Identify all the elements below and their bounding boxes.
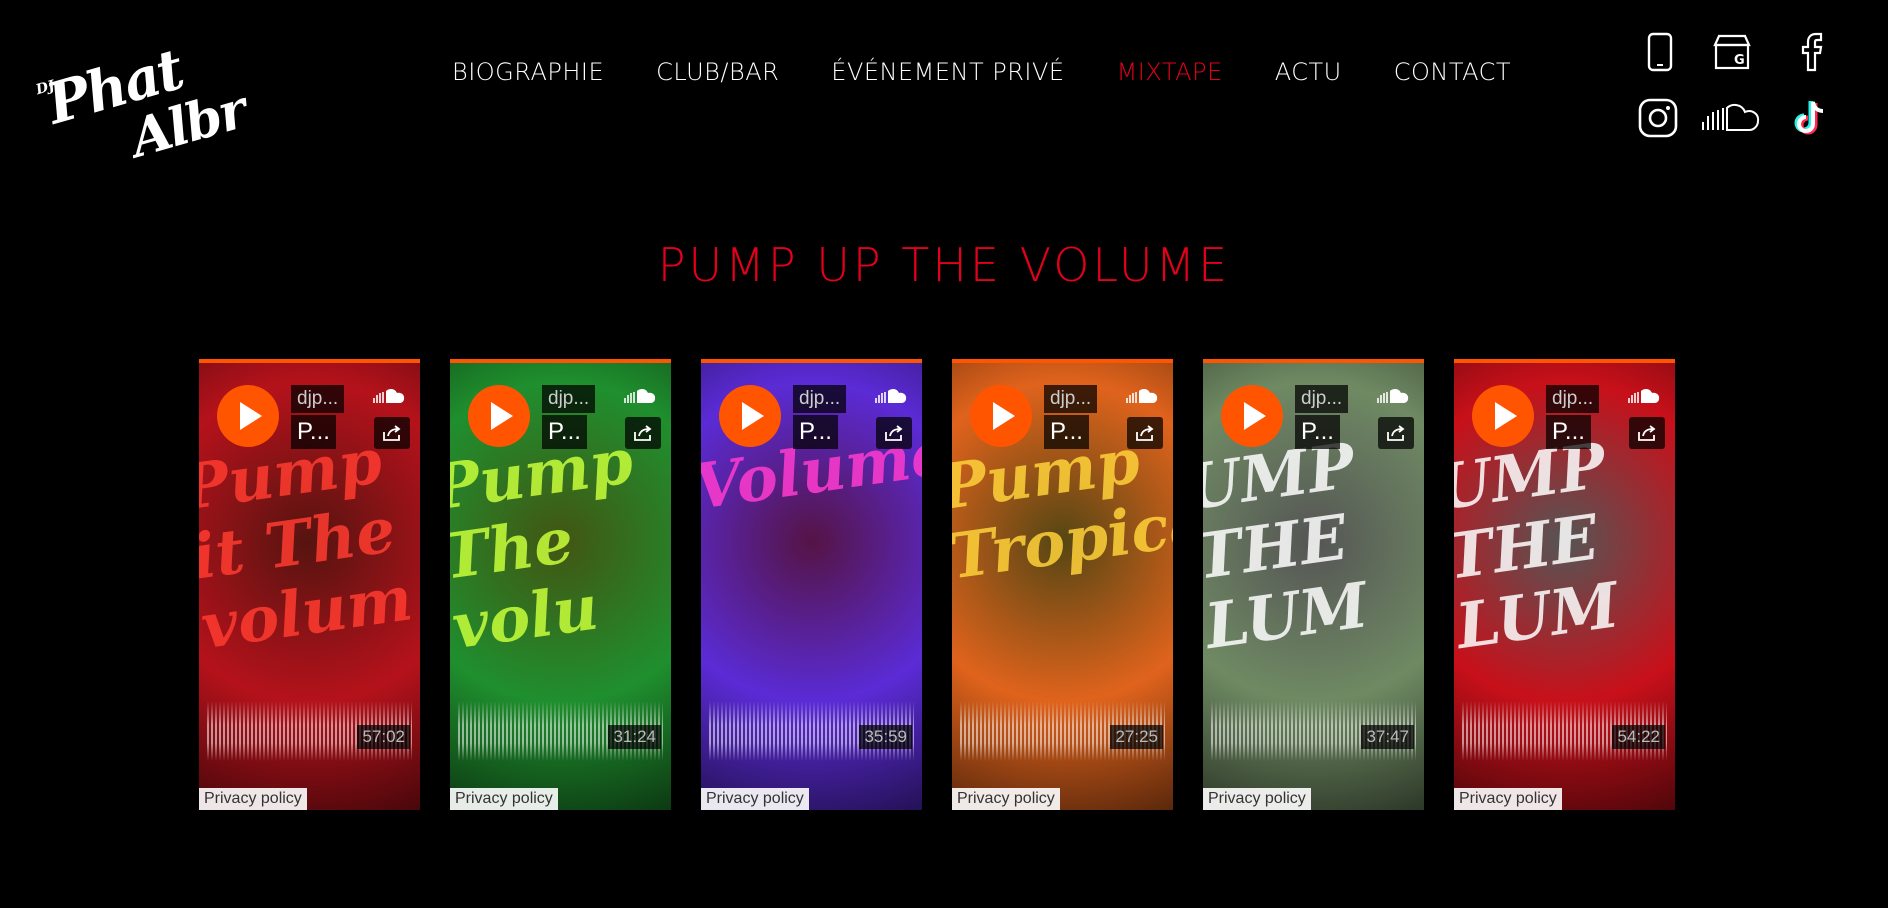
play-icon <box>742 402 764 430</box>
cover-text: Pump it The volum <box>199 424 417 664</box>
soundcloud-icon[interactable] <box>1125 387 1159 405</box>
share-button[interactable] <box>1127 417 1163 449</box>
svg-text:G: G <box>1734 53 1745 68</box>
track-link[interactable]: P... <box>1044 415 1089 449</box>
track-link[interactable]: P... <box>542 415 587 449</box>
privacy-policy-link[interactable]: Privacy policy <box>450 788 558 810</box>
cover-text: UMP THE LUM <box>1203 428 1373 664</box>
share-icon <box>1638 425 1656 441</box>
soundcloud-icon[interactable] <box>372 387 406 405</box>
share-button[interactable] <box>1629 417 1665 449</box>
google-business-icon[interactable]: G <box>1710 30 1754 74</box>
facebook-icon[interactable] <box>1790 30 1834 74</box>
soundcloud-icon[interactable] <box>1376 387 1410 405</box>
logo[interactable]: DJ Phat Albr <box>34 34 264 184</box>
privacy-policy-link[interactable]: Privacy policy <box>1454 788 1562 810</box>
play-icon <box>491 402 513 430</box>
play-icon <box>993 402 1015 430</box>
play-button[interactable] <box>719 385 781 447</box>
play-button[interactable] <box>217 385 279 447</box>
nav-contact[interactable]: CONTACT <box>1394 58 1511 86</box>
soundcloud-player[interactable]: UMP THE LUM djp... P... 54:22 Privacy po… <box>1454 359 1675 810</box>
share-button[interactable] <box>374 417 410 449</box>
track-link[interactable]: P... <box>291 415 336 449</box>
mixtape-players: Pump it The volum djp... P... 57:02 Priv… <box>199 359 1675 810</box>
share-button[interactable] <box>625 417 661 449</box>
track-duration: 31:24 <box>608 725 661 749</box>
share-icon <box>634 425 652 441</box>
share-icon <box>1387 425 1405 441</box>
nav-actu[interactable]: ACTU <box>1275 58 1342 86</box>
share-icon <box>383 425 401 441</box>
social-links: G <box>1618 30 1840 142</box>
share-button[interactable] <box>1378 417 1414 449</box>
track-link[interactable]: P... <box>1546 415 1591 449</box>
share-icon <box>885 425 903 441</box>
soundcloud-icon[interactable] <box>874 387 908 405</box>
play-icon <box>1495 402 1517 430</box>
play-button[interactable] <box>1472 385 1534 447</box>
main-nav: BIOGRAPHIE CLUB/BAR ÉVÉNEMENT PRIVÉ MIXT… <box>452 58 1511 86</box>
cover-text: Pump The volu <box>450 424 638 664</box>
soundcloud-icon[interactable] <box>623 387 657 405</box>
soundcloud-icon[interactable] <box>1627 387 1661 405</box>
artist-link[interactable]: djp... <box>793 385 847 413</box>
soundcloud-player[interactable]: Pump The volu djp... P... 31:24 Privacy … <box>450 359 671 810</box>
soundcloud-player[interactable]: Volume djp... P... 35:59 Privacy policy <box>701 359 922 810</box>
privacy-policy-link[interactable]: Privacy policy <box>1203 788 1311 810</box>
play-icon <box>1244 402 1266 430</box>
share-icon <box>1136 425 1154 441</box>
nav-club-bar[interactable]: CLUB/BAR <box>656 58 779 86</box>
privacy-policy-link[interactable]: Privacy policy <box>952 788 1060 810</box>
track-duration: 57:02 <box>357 725 410 749</box>
artist-link[interactable]: djp... <box>291 385 345 413</box>
track-link[interactable]: P... <box>1295 415 1340 449</box>
artist-link[interactable]: djp... <box>542 385 596 413</box>
cover-text: UMP THE LUM <box>1454 428 1624 664</box>
track-duration: 54:22 <box>1612 725 1665 749</box>
track-duration: 27:25 <box>1110 725 1163 749</box>
play-button[interactable] <box>970 385 1032 447</box>
artist-link[interactable]: djp... <box>1546 385 1600 413</box>
track-duration: 35:59 <box>859 725 912 749</box>
play-button[interactable] <box>1221 385 1283 447</box>
nav-biographie[interactable]: BIOGRAPHIE <box>452 58 604 86</box>
artist-link[interactable]: djp... <box>1295 385 1349 413</box>
instagram-icon[interactable] <box>1636 96 1680 140</box>
soundcloud-player[interactable]: Pump it The volum djp... P... 57:02 Priv… <box>199 359 420 810</box>
track-duration: 37:47 <box>1361 725 1414 749</box>
privacy-policy-link[interactable]: Privacy policy <box>701 788 809 810</box>
share-button[interactable] <box>876 417 912 449</box>
soundcloud-player[interactable]: Pump Tropical djp... P... 27:25 Privacy … <box>952 359 1173 810</box>
artist-link[interactable]: djp... <box>1044 385 1098 413</box>
play-icon <box>240 402 262 430</box>
nav-evenement-prive[interactable]: ÉVÉNEMENT PRIVÉ <box>831 58 1064 86</box>
track-link[interactable]: P... <box>793 415 838 449</box>
soundcloud-player[interactable]: UMP THE LUM djp... P... 37:47 Privacy po… <box>1203 359 1424 810</box>
soundcloud-icon[interactable] <box>1698 96 1764 140</box>
page-title: PUMP UP THE VOLUME <box>657 238 1231 292</box>
play-button[interactable] <box>468 385 530 447</box>
tiktok-icon[interactable] <box>1788 96 1832 140</box>
phone-icon[interactable] <box>1638 30 1682 74</box>
nav-mixtape[interactable]: MIXTAPE <box>1117 58 1223 86</box>
privacy-policy-link[interactable]: Privacy policy <box>199 788 307 810</box>
